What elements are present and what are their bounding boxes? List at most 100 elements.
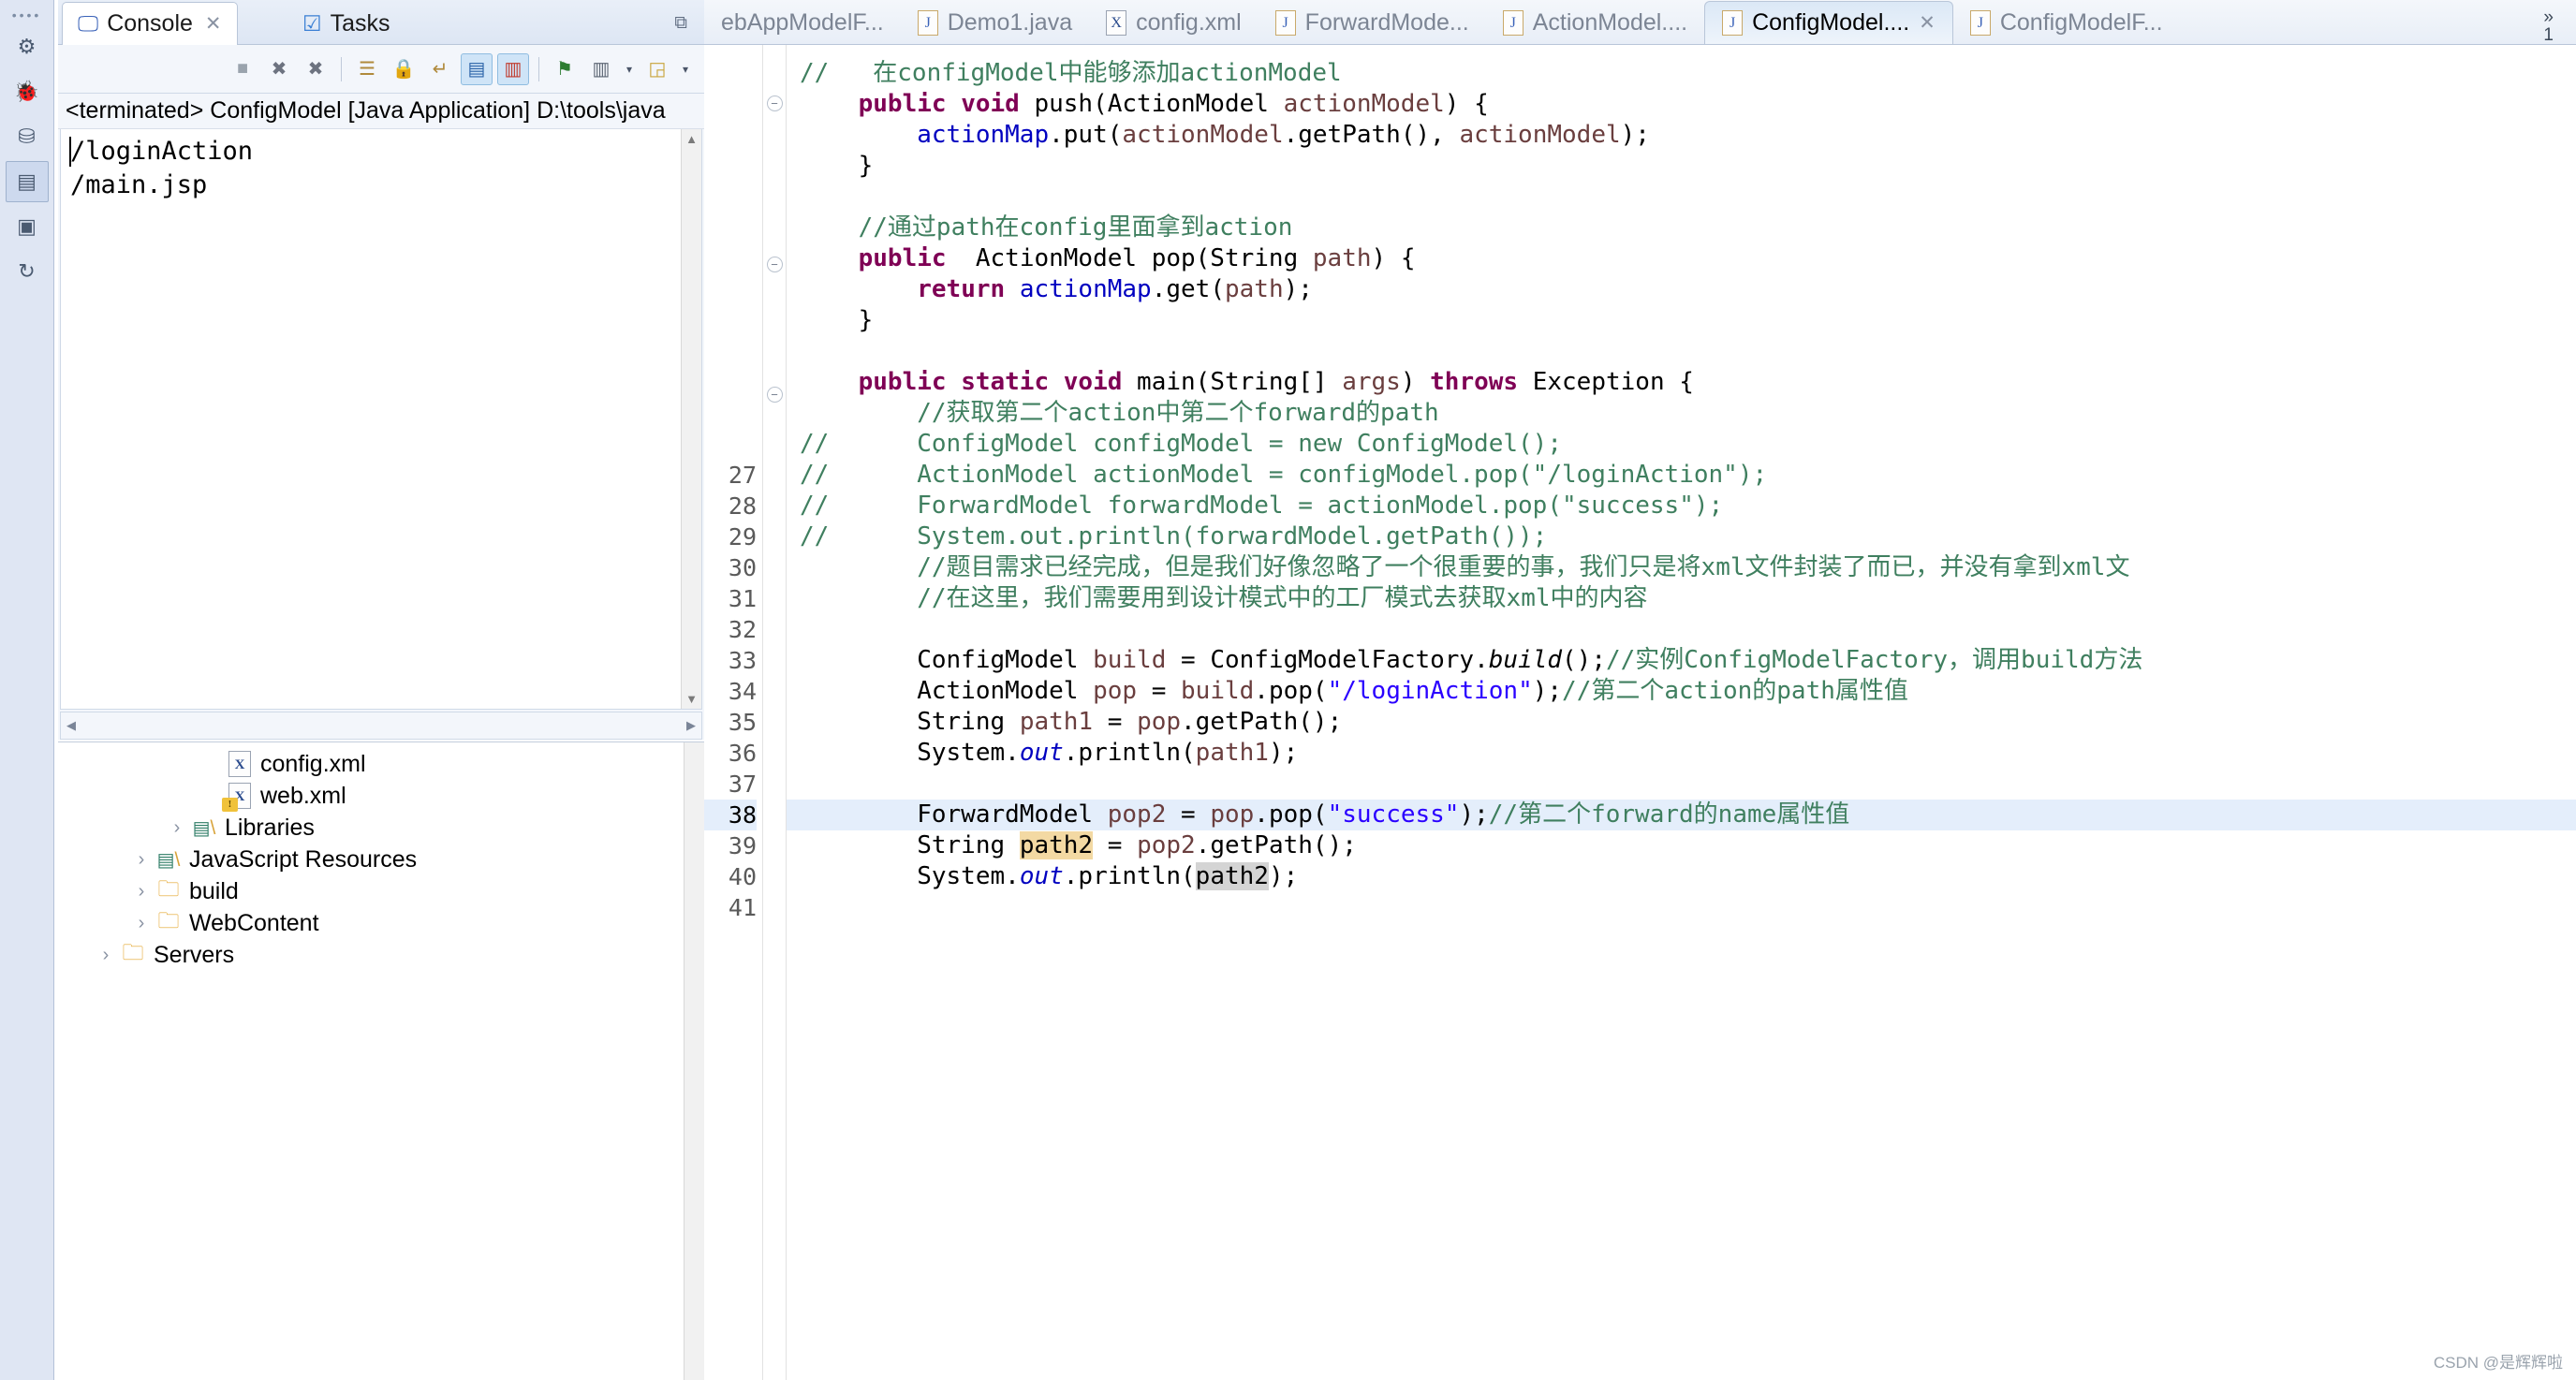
tab-console[interactable]: 🖵 Console ✕ bbox=[62, 2, 238, 45]
servers-view-icon[interactable]: ▣ bbox=[6, 206, 49, 247]
java-perspective-icon[interactable]: ⚙ bbox=[6, 26, 49, 67]
tree-item-label: WebContent bbox=[189, 909, 319, 936]
open-console-button[interactable]: ◲ bbox=[641, 53, 673, 85]
console-vertical-scrollbar[interactable]: ▲ ▼ bbox=[681, 129, 701, 709]
console-output-area[interactable]: /loginAction /main.jsp ▲ ▼ bbox=[60, 129, 702, 710]
code-line[interactable]: String path1 = pop.getPath(); bbox=[787, 707, 2576, 738]
code-line[interactable]: //通过path在config里面拿到action bbox=[787, 213, 2576, 243]
tab-tasks[interactable]: ☑ Tasks bbox=[287, 2, 405, 45]
clear-console-button[interactable]: ☰ bbox=[351, 53, 383, 85]
chevron-right-icon[interactable]: › bbox=[129, 913, 154, 934]
code-line[interactable] bbox=[787, 182, 2576, 213]
line-number: 31 bbox=[728, 585, 757, 612]
tree-item-webcontent[interactable]: › 🗀 WebContent bbox=[58, 907, 704, 939]
scroll-lock-button[interactable]: 🔒 bbox=[388, 53, 420, 85]
code-line[interactable]: ForwardModel pop2 = pop.pop("success");/… bbox=[787, 800, 2576, 830]
editor-tab-forwardmode-[interactable]: J ForwardMode... bbox=[1259, 1, 1486, 44]
code-token: .pop( bbox=[1254, 800, 1328, 829]
chevron-right-icon[interactable]: › bbox=[129, 881, 154, 903]
rail-drag-handle[interactable]: •••• bbox=[0, 0, 53, 22]
editor-tab-configmodel-[interactable]: J ConfigModel.... ✕ bbox=[1704, 1, 1953, 44]
fold-collapse-icon[interactable]: − bbox=[763, 95, 786, 126]
code-line[interactable]: // ActionModel actionModel = configModel… bbox=[787, 460, 2576, 491]
tree-item-servers[interactable]: › 🗀 Servers bbox=[58, 939, 704, 971]
code-line[interactable] bbox=[787, 923, 2576, 954]
code-line[interactable]: //在这里，我们需要用到设计模式中的工厂模式去获取xml中的内容 bbox=[787, 583, 2576, 614]
show-console-on-output-button[interactable]: ▤ bbox=[461, 52, 493, 85]
code-token: .getPath(); bbox=[1181, 708, 1343, 736]
remove-all-launches-button[interactable]: ✖ bbox=[300, 53, 331, 85]
tree-item-config-xml[interactable]: Xconfig.xml bbox=[58, 748, 704, 780]
tab-overflow-indicator[interactable]: » 1 bbox=[2534, 8, 2576, 44]
code-token: // ActionModel actionModel = configModel… bbox=[800, 461, 1768, 489]
code-token: ); bbox=[1620, 121, 1650, 149]
fold-collapse-icon[interactable]: − bbox=[763, 387, 786, 418]
pin-console-button[interactable]: ⚑ bbox=[549, 53, 581, 85]
code-line[interactable]: // System.out.println(forwardModel.getPa… bbox=[787, 521, 2576, 552]
code-line[interactable]: // ConfigModel configModel = new ConfigM… bbox=[787, 429, 2576, 460]
code-line[interactable]: } bbox=[787, 151, 2576, 182]
line-number: 27 bbox=[728, 462, 757, 489]
remove-launch-button[interactable]: ✖ bbox=[263, 53, 295, 85]
code-line[interactable] bbox=[787, 336, 2576, 367]
editor-tab-actionmodel-[interactable]: J ActionModel.... bbox=[1486, 1, 1704, 44]
code-line[interactable]: public static void main(String[] args) t… bbox=[787, 367, 2576, 398]
close-icon[interactable]: ✕ bbox=[205, 12, 222, 36]
chevron-right-icon[interactable]: › bbox=[165, 817, 189, 839]
scroll-right-arrow[interactable]: ▶ bbox=[686, 718, 696, 733]
code-token: //获取第二个action中第二个forward的path bbox=[917, 399, 1439, 427]
chevron-down-icon[interactable]: ▾ bbox=[622, 63, 637, 76]
tree-item-libraries[interactable]: › ▤\ Libraries bbox=[58, 812, 704, 844]
editor-tab-demo1-java[interactable]: J Demo1.java bbox=[901, 1, 1089, 44]
console-horizontal-scrollbar[interactable]: ◀ ▶ bbox=[60, 712, 702, 740]
close-icon[interactable]: ✕ bbox=[1919, 11, 1936, 35]
explorer-vertical-scrollbar[interactable] bbox=[684, 742, 704, 1380]
display-selected-console-button[interactable]: ▥ bbox=[585, 53, 617, 85]
code-line[interactable]: ConfigModel build = ConfigModelFactory.b… bbox=[787, 645, 2576, 676]
word-wrap-button[interactable]: ↵ bbox=[424, 53, 456, 85]
code-line[interactable]: actionMap.put(actionModel.getPath(), act… bbox=[787, 120, 2576, 151]
folding-gutter[interactable]: − − − bbox=[762, 45, 787, 1380]
code-line[interactable] bbox=[787, 614, 2576, 645]
code-editor[interactable]: 27 28 29 30 31 32 33 34 35 36 37 38 39 40 41 − − − // 在c… bbox=[704, 45, 2576, 1380]
tree-item-web-xml[interactable]: X! web.xml bbox=[58, 780, 704, 812]
code-line[interactable]: ActionModel pop = build.pop("/loginActio… bbox=[787, 676, 2576, 707]
code-line[interactable]: //获取第二个action中第二个forward的path bbox=[787, 398, 2576, 429]
debug-perspective-icon[interactable]: 🐞 bbox=[6, 71, 49, 112]
editor-tab-ebappmodelf-[interactable]: ebAppModelF... bbox=[704, 1, 901, 44]
scroll-left-arrow[interactable]: ◀ bbox=[66, 718, 76, 733]
code-line[interactable]: public ActionModel pop(String path) { bbox=[787, 243, 2576, 274]
editor-tab-configmodelf-[interactable]: J ConfigModelF... bbox=[1953, 1, 2180, 44]
tree-item-build[interactable]: › 🗀 build bbox=[58, 875, 704, 907]
code-token: public void bbox=[858, 90, 1035, 118]
package-explorer-icon[interactable]: ⛁ bbox=[6, 116, 49, 157]
code-line[interactable] bbox=[787, 769, 2576, 800]
tree-item-javascript-resources[interactable]: › ▤\ JavaScript Resources bbox=[58, 844, 704, 875]
code-line[interactable]: System.out.println(path1); bbox=[787, 738, 2576, 769]
show-console-on-error-button[interactable]: ▥ bbox=[497, 52, 529, 85]
code-line[interactable]: String path2 = pop2.getPath(); bbox=[787, 830, 2576, 861]
code-token: throws bbox=[1430, 368, 1533, 396]
chevron-right-icon[interactable]: › bbox=[94, 945, 118, 966]
editor-tab-config-xml[interactable]: Xconfig.xml bbox=[1089, 1, 1259, 44]
code-token: public static void bbox=[858, 368, 1138, 396]
code-line[interactable]: // 在configModel中能够添加actionModel bbox=[787, 58, 2576, 89]
code-line[interactable] bbox=[787, 892, 2576, 923]
terminate-button[interactable]: ■ bbox=[227, 53, 258, 85]
chevron-down-icon-2[interactable]: ▾ bbox=[678, 63, 693, 76]
code-line[interactable]: // ForwardModel forwardModel = actionMod… bbox=[787, 491, 2576, 521]
outline-view-icon[interactable]: ▤ bbox=[5, 161, 49, 202]
code-line[interactable]: //题目需求已经完成，但是我们好像忽略了一个很重要的事，我们只是将xml文件封装… bbox=[787, 552, 2576, 583]
sync-view-icon[interactable]: ↻ bbox=[6, 251, 49, 292]
chevron-right-icon[interactable]: › bbox=[129, 849, 154, 871]
code-line[interactable]: public void push(ActionModel actionModel… bbox=[787, 89, 2576, 120]
fold-collapse-icon[interactable]: − bbox=[763, 257, 786, 287]
code-text[interactable]: // 在configModel中能够添加actionModel public v… bbox=[787, 45, 2576, 1380]
code-line[interactable] bbox=[787, 954, 2576, 985]
code-line[interactable]: } bbox=[787, 305, 2576, 336]
code-line[interactable]: System.out.println(path2); bbox=[787, 861, 2576, 892]
code-line[interactable]: return actionMap.get(path); bbox=[787, 274, 2576, 305]
minimize-icon[interactable]: ⧉ bbox=[674, 13, 687, 34]
